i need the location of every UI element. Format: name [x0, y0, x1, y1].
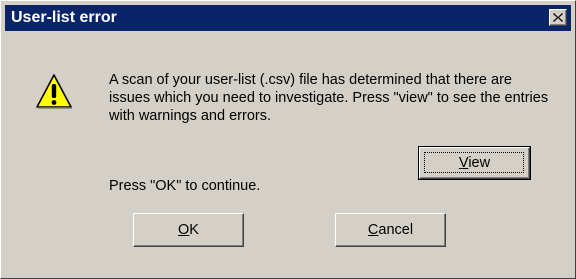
cancel-label-rest: ancel [378, 222, 414, 238]
cancel-mnemonic: C [367, 222, 379, 238]
dialog-title: User-list error [11, 9, 117, 26]
ok-mnemonic: O [178, 222, 190, 238]
continue-instruction: Press "OK" to continue. [109, 178, 261, 194]
close-button[interactable] [549, 9, 567, 26]
cancel-button-label: Cancel [336, 221, 445, 239]
title-bar[interactable]: User-list error [5, 5, 571, 31]
ok-button[interactable]: OK [133, 213, 244, 247]
cancel-button[interactable]: Cancel [335, 213, 446, 247]
message-text: A scan of your user-list (.csv) file has… [109, 72, 549, 124]
ok-label-rest: K [189, 222, 199, 238]
view-button-label: View [420, 154, 529, 172]
view-label-rest: iew [468, 155, 491, 171]
view-button[interactable]: View [418, 146, 531, 180]
close-icon [553, 13, 563, 22]
warning-icon [36, 74, 72, 109]
view-mnemonic: V [458, 155, 469, 171]
error-dialog: User-list error A scan of your user-list… [0, 0, 576, 279]
ok-button-label: OK [134, 221, 243, 239]
